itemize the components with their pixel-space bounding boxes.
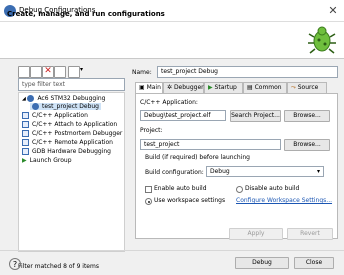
tree-item-label: C/C++ Application — [32, 112, 88, 119]
launch-group-icon: ▶ — [22, 157, 27, 164]
build-note: Build (if required) before launching — [145, 154, 250, 161]
enable-auto-build-radio[interactable] — [145, 186, 152, 193]
app-label: C/C++ Application: — [140, 99, 198, 106]
c-app-icon — [22, 130, 29, 137]
c-app-icon — [22, 121, 29, 128]
bug-banner-icon — [308, 26, 336, 54]
tab-startup[interactable]: ▶ Startup — [204, 82, 243, 93]
close-window-icon[interactable]: ✕ — [326, 4, 340, 18]
search-project-button[interactable]: Search Project... — [230, 110, 281, 122]
disable-auto-build-radio[interactable] — [236, 186, 243, 193]
c-app-icon — [22, 112, 29, 119]
c-app-icon — [22, 139, 29, 146]
new-config-icon[interactable] — [18, 66, 30, 78]
c-app-icon — [22, 148, 29, 155]
source-tab-icon: ⤳ — [291, 84, 298, 91]
build-config-select[interactable]: Debug ▾ — [206, 166, 324, 177]
tree-item[interactable]: GDB Hardware Debugging — [22, 148, 111, 155]
debug-config-icon — [32, 103, 39, 110]
tree-item[interactable]: C/C++ Application — [22, 112, 88, 119]
delete-config-icon[interactable]: ✕ — [42, 66, 54, 78]
tree-item-label: C/C++ Remote Application — [32, 139, 113, 146]
help-icon[interactable]: ? — [9, 258, 21, 270]
tree-item[interactable]: C/C++ Remote Application — [22, 139, 113, 146]
project-label: Project: — [140, 127, 163, 134]
apply-button[interactable]: Apply — [229, 228, 283, 240]
disable-auto-label: Disable auto build — [245, 185, 300, 192]
filter-input[interactable]: type filter text — [18, 78, 125, 91]
chevron-down-icon: ▾ — [316, 168, 320, 175]
tab-debugger[interactable]: ✲ Debugger — [163, 82, 204, 93]
config-toolbar: ✕ ▾ — [7, 64, 125, 78]
name-label: Name: — [132, 69, 152, 76]
view-menu-icon[interactable]: ▾ — [80, 66, 90, 76]
debug-button[interactable]: Debug — [235, 257, 289, 269]
tree-item-label: test_project Debug — [42, 103, 99, 110]
project-field[interactable]: test_project — [140, 139, 281, 150]
use-workspace-radio[interactable] — [145, 198, 152, 205]
browse-project-button[interactable]: Browse... — [284, 139, 330, 151]
tree-item-label: Ac6 STM32 Debugging — [37, 95, 106, 102]
build-config-label: Build configuration: — [145, 169, 204, 176]
browse-app-button[interactable]: Browse... — [284, 110, 330, 122]
debug-bug-icon — [27, 95, 35, 102]
filter-status: Filter matched 8 of 9 items — [18, 263, 99, 270]
tree-item[interactable]: C/C++ Postmortem Debugger — [22, 130, 122, 137]
duplicate-config-icon[interactable] — [30, 66, 42, 78]
filter-icon[interactable] — [68, 66, 80, 78]
tree-item-label: Launch Group — [29, 157, 72, 164]
use-workspace-label: Use workspace settings — [154, 197, 226, 204]
header-text: Create, manage, and run configurations — [7, 10, 165, 18]
enable-auto-label: Enable auto build — [154, 185, 207, 192]
configure-workspace-link[interactable]: Configure Workspace Settings... — [236, 197, 332, 204]
revert-button[interactable]: Revert — [287, 228, 333, 240]
tree-item-label: C/C++ Attach to Application — [32, 121, 118, 128]
tab-strip: ▣ Main ✲ Debugger ▶ Startup ▤ Common ⤳ S… — [135, 82, 338, 94]
tree-item[interactable]: test_project Debug — [30, 103, 101, 110]
tree-item-label: C/C++ Postmortem Debugger — [32, 130, 123, 137]
dialog-header — [0, 22, 344, 59]
footer-separator — [0, 250, 344, 251]
main-tab-icon: ▣ — [139, 84, 147, 91]
collapse-all-icon[interactable] — [54, 66, 66, 78]
close-button[interactable]: Close — [294, 257, 334, 269]
tree-item[interactable]: ◢ Ac6 STM32 Debugging — [22, 95, 105, 102]
tab-common[interactable]: ▤ Common — [243, 82, 287, 93]
tree-item[interactable]: ▶ Launch Group — [22, 157, 72, 164]
application-field[interactable]: Debug\test_project.elf — [140, 110, 226, 121]
tab-source[interactable]: ⤳ Source — [287, 82, 327, 93]
common-tab-icon: ▤ — [247, 84, 255, 91]
name-input[interactable]: test_project Debug — [157, 66, 338, 78]
tree-item[interactable]: C/C++ Attach to Application — [22, 121, 117, 128]
debugger-tab-icon: ✲ — [167, 84, 174, 91]
build-config-value: Debug — [210, 168, 230, 175]
tree-item-label: GDB Hardware Debugging — [32, 148, 111, 155]
